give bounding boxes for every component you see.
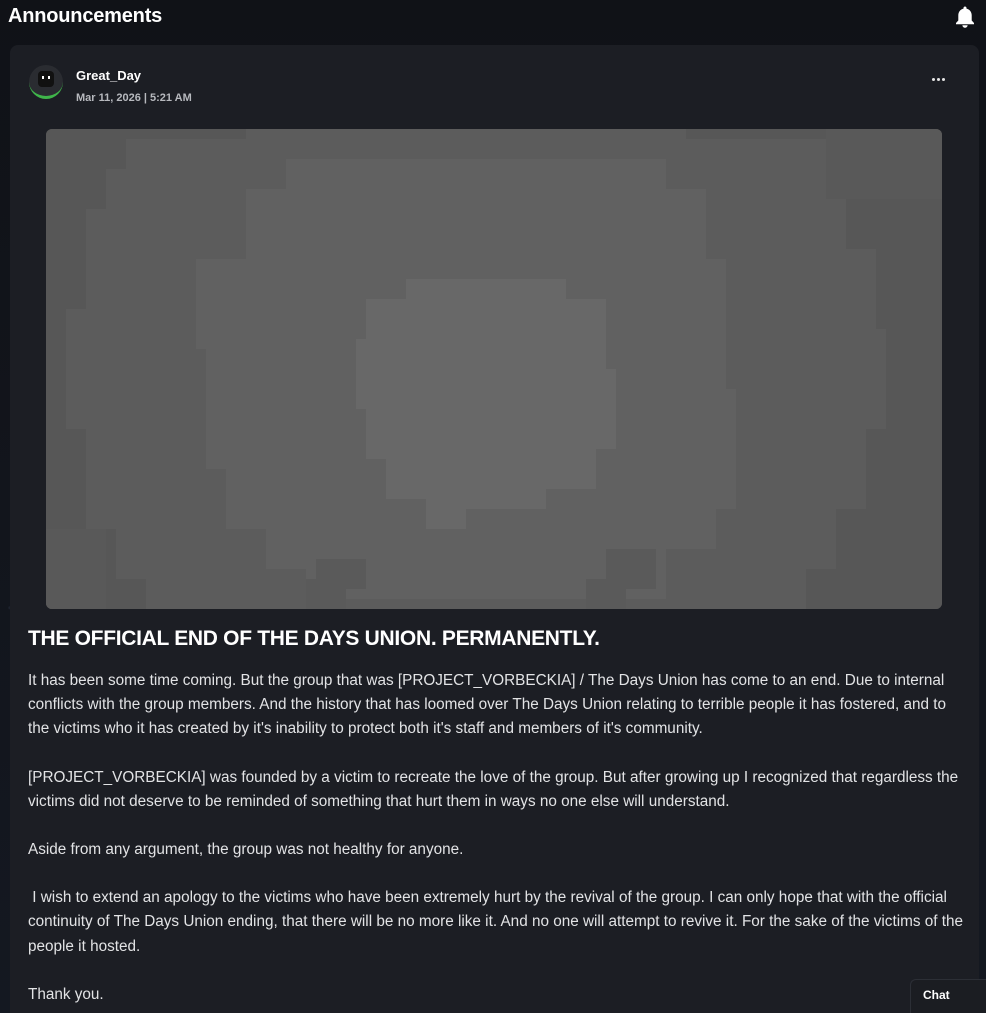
- body-paragraph: Thank you.: [28, 985, 104, 1003]
- post-body: It has been some time coming. But the gr…: [28, 669, 963, 1013]
- avatar[interactable]: [29, 65, 63, 99]
- more-options-icon[interactable]: [931, 75, 947, 85]
- menu-dot: [932, 78, 935, 81]
- announcement-card: Great_Day Mar 11, 2026 | 5:21 AM THE OFF…: [10, 45, 979, 1013]
- body-paragraph: [PROJECT_VORBECKIA] was founded by a vic…: [28, 768, 963, 810]
- page-title: Announcements: [8, 5, 163, 27]
- avatar-eye: [48, 76, 50, 79]
- body-paragraph: It has been some time coming. But the gr…: [28, 672, 951, 738]
- menu-dot: [942, 78, 945, 81]
- chat-label: Chat: [923, 988, 950, 1002]
- announcement-image[interactable]: [46, 129, 942, 609]
- body-paragraph: Aside from any argument, the group was n…: [28, 841, 464, 859]
- author-name[interactable]: Great_Day: [76, 68, 141, 83]
- avatar-head: [38, 71, 54, 87]
- body-paragraph: I wish to extend an apology to the victi…: [28, 889, 968, 955]
- avatar-eye: [42, 76, 44, 79]
- top-bar: Announcements: [0, 0, 986, 36]
- post-date: Mar 11, 2026 | 5:21 AM: [76, 92, 192, 104]
- menu-dot: [937, 78, 940, 81]
- bell-icon[interactable]: [954, 5, 976, 29]
- chat-button[interactable]: Chat: [910, 979, 986, 1013]
- post-title: THE OFFICIAL END OF THE DAYS UNION. PERM…: [28, 627, 600, 650]
